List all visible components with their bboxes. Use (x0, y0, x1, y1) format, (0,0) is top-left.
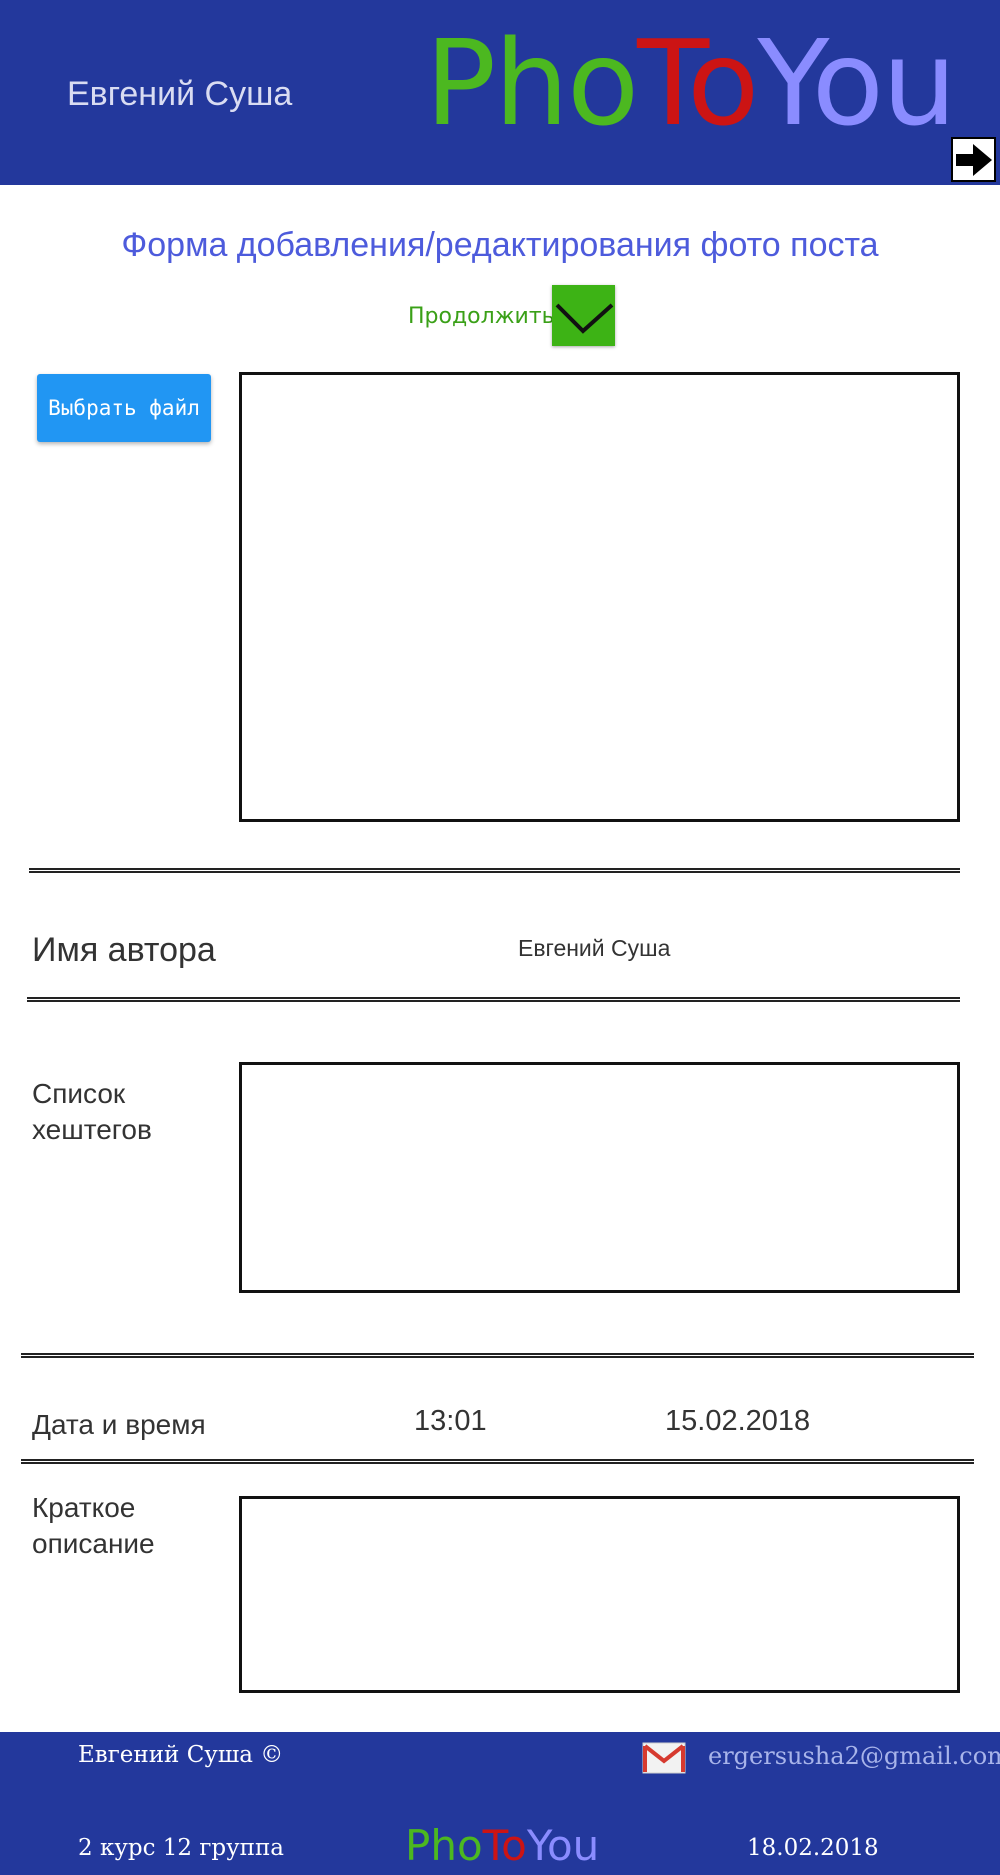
footer-logo-part-pho: Pho (405, 1821, 483, 1870)
description-label: Краткое описание (32, 1490, 155, 1562)
description-label-line2: описание (32, 1528, 155, 1559)
date-value: 15.02.2018 (665, 1405, 811, 1437)
hashtags-input[interactable] (239, 1062, 960, 1293)
hashtags-label-line2: хештегов (32, 1114, 152, 1145)
choose-file-button[interactable]: Выбрать файл (37, 374, 211, 442)
footer-logo-part-you: You (526, 1821, 600, 1870)
datetime-label: Дата и время (32, 1409, 206, 1440)
footer-logo-part-to: To (482, 1821, 527, 1870)
form-title: Форма добавления/редактирования фото пос… (121, 226, 879, 264)
author-label: Имя автора (32, 931, 216, 969)
header-user-name[interactable]: Евгений Суша (67, 75, 292, 114)
continue-label: Продолжить (408, 304, 555, 329)
description-label-line1: Краткое (32, 1492, 136, 1523)
arrow-right-icon (955, 143, 992, 176)
checkmark-icon (555, 303, 614, 334)
logo-part-pho: Pho (425, 14, 639, 152)
divider (21, 1353, 974, 1358)
envelope-icon[interactable] (642, 1742, 686, 1774)
logo[interactable]: PhoToYou (425, 18, 957, 148)
footer-email-link[interactable]: ergersusha2@gmail.com (708, 1742, 1000, 1770)
logout-button[interactable] (951, 137, 996, 182)
divider (29, 868, 960, 873)
time-value: 13:01 (414, 1405, 487, 1437)
divider (27, 997, 960, 1002)
footer-copyright: Евгений Суша © (78, 1742, 284, 1768)
footer-date: 18.02.2018 (747, 1835, 879, 1861)
header: Евгений Суша PhoToYou (0, 0, 1000, 185)
continue-button[interactable] (552, 285, 615, 346)
divider (21, 1459, 974, 1464)
footer-course: 2 курс 12 группа (78, 1835, 285, 1861)
footer-logo[interactable]: PhoToYou (405, 1822, 599, 1870)
footer: Евгений Суша © ergersusha2@gmail.com 2 к… (0, 1732, 1000, 1875)
photo-preview-area[interactable] (239, 372, 960, 822)
author-value: Евгений Суша (518, 935, 671, 961)
hashtags-label: Список хештегов (32, 1076, 152, 1148)
logo-part-to: To (637, 14, 759, 152)
hashtags-label-line1: Список (32, 1078, 126, 1109)
logo-part-you: You (757, 14, 956, 152)
description-input[interactable] (239, 1496, 960, 1693)
